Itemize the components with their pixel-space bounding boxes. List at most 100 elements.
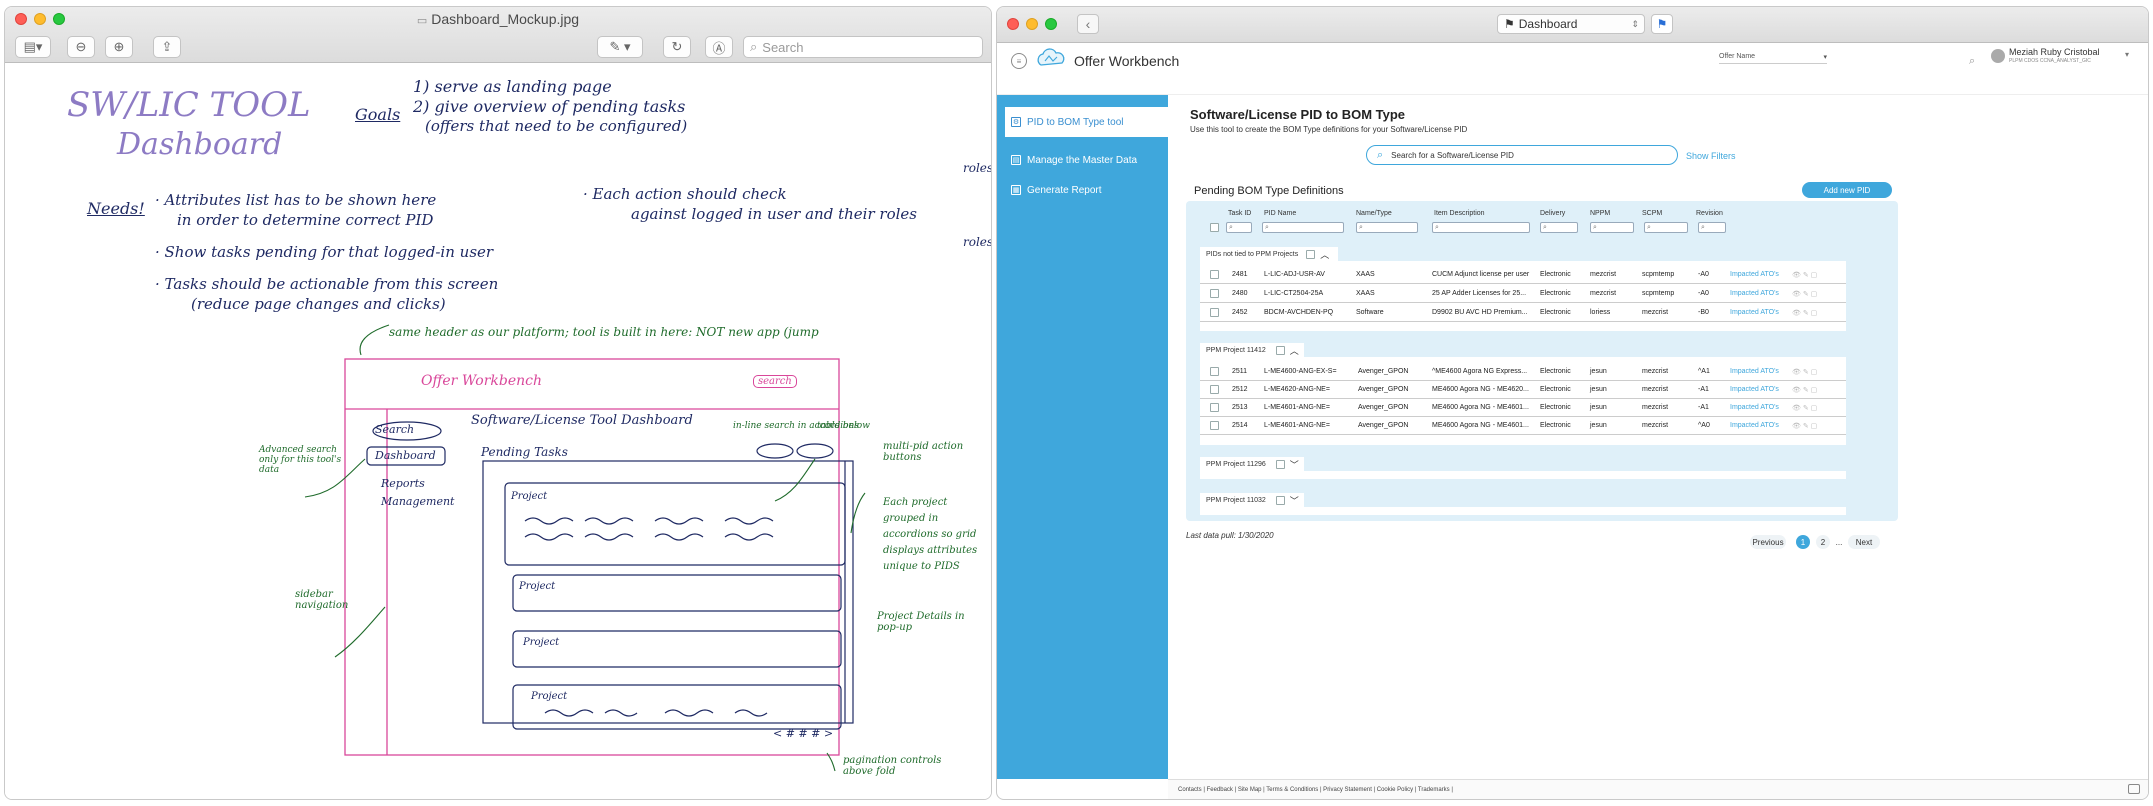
column-header-item-description[interactable]: Item Description bbox=[1434, 210, 1485, 217]
filter-revision-input[interactable]: ⌕ bbox=[1698, 222, 1726, 233]
table-row[interactable]: 2514 L-ME4601-ANG-NE= Avenger_GPON ME460… bbox=[1200, 417, 1846, 435]
table-row[interactable]: 2480 L-LIC-CT2504-25A XAAS 25 AP Adder L… bbox=[1200, 285, 1846, 303]
filter-pid-name-input[interactable]: ⌕ bbox=[1262, 222, 1344, 233]
close-window-button[interactable] bbox=[1007, 18, 1019, 30]
table-row[interactable]: 2512 L-ME4620-ANG-NE= Avenger_GPON ME460… bbox=[1200, 381, 1846, 399]
sidebar-item-master-data[interactable]: ▤ Manage the Master Data bbox=[997, 145, 1168, 175]
filter-item-description-input[interactable]: ⌕ bbox=[1432, 222, 1530, 233]
group-header-project-11296[interactable]: PPM Project 11296 ﹀ bbox=[1200, 457, 1304, 471]
column-header-revision[interactable]: Revision bbox=[1696, 210, 1723, 217]
table-row[interactable]: 2452 BDCM-AVCHDEN-PQ Software D9902 BU A… bbox=[1200, 304, 1846, 322]
column-header-scpm[interactable]: SCPM bbox=[1642, 210, 1662, 217]
pagination-page-2[interactable]: 2 bbox=[1816, 535, 1830, 549]
impacted-atos-link[interactable]: Impacted ATO's bbox=[1730, 386, 1779, 393]
pagination-previous[interactable]: Previous bbox=[1750, 535, 1786, 549]
back-button[interactable]: ‹ bbox=[1077, 14, 1099, 34]
row-action-icons[interactable]: 👁 ✎ ▢ bbox=[1792, 290, 1817, 298]
pid-search-input[interactable]: ⌕ Search for a Software/License PID bbox=[1366, 145, 1678, 165]
column-header-task-id[interactable]: Task ID bbox=[1228, 210, 1251, 217]
chevron-down-icon[interactable]: ﹀ bbox=[1290, 458, 1299, 471]
sidebar-item-generate-report[interactable]: ▦ Generate Report bbox=[997, 175, 1168, 205]
row-checkbox[interactable] bbox=[1210, 385, 1219, 394]
impacted-atos-link[interactable]: Impacted ATO's bbox=[1730, 271, 1779, 278]
chevron-up-icon[interactable]: ︿ bbox=[1290, 344, 1299, 357]
select-all-checkbox[interactable] bbox=[1210, 223, 1219, 232]
filter-delivery-input[interactable]: ⌕ bbox=[1540, 222, 1578, 233]
add-new-pid-button[interactable]: Add new PID bbox=[1802, 182, 1892, 198]
avatar[interactable] bbox=[1991, 49, 2005, 63]
minimize-window-button[interactable] bbox=[1026, 18, 1038, 30]
pagination-next[interactable]: Next bbox=[1848, 535, 1880, 549]
row-action-icons[interactable]: 👁 ✎ ▢ bbox=[1792, 368, 1817, 376]
cell-task-id: 2480 bbox=[1232, 290, 1248, 297]
table-row[interactable]: 2513 L-ME4601-ANG-NE= Avenger_GPON ME460… bbox=[1200, 399, 1846, 417]
group-header-project-11032[interactable]: PPM Project 11032 ﹀ bbox=[1200, 493, 1304, 507]
filter-task-id-input[interactable]: ⌕ bbox=[1226, 222, 1252, 233]
group-checkbox[interactable] bbox=[1306, 249, 1316, 259]
flag-icon: ⚑ bbox=[1504, 17, 1515, 31]
row-action-icons[interactable]: 👁 ✎ ▢ bbox=[1792, 422, 1817, 430]
cell-delivery: Electronic bbox=[1540, 309, 1571, 316]
sidebar-item-pid-to-bom[interactable]: ⚙ PID to BOM Type tool bbox=[1005, 107, 1168, 137]
rotate-button[interactable]: ↻ bbox=[663, 36, 691, 58]
row-checkbox[interactable] bbox=[1210, 308, 1219, 317]
browser-window: ‹ ⚑ Dashboard ⇕ ⚑ ≡ Offer Workbench Offe… bbox=[996, 6, 2149, 800]
preview-search-field[interactable]: ⌕ Search bbox=[743, 36, 983, 58]
tab-selector[interactable]: ⚑ Dashboard ⇕ bbox=[1497, 14, 1645, 34]
table-row[interactable]: 2481 L-LIC-ADJ-USR-AV XAAS CUCM Adjunct … bbox=[1200, 266, 1846, 284]
row-action-icons[interactable]: 👁 ✎ ▢ bbox=[1792, 271, 1817, 279]
chevron-up-icon[interactable]: ︿ bbox=[1320, 248, 1329, 261]
bookmark-button[interactable]: ⚑ bbox=[1651, 14, 1673, 34]
filter-name-type-input[interactable]: ⌕ bbox=[1356, 222, 1418, 233]
chevron-down-icon[interactable]: ﹀ bbox=[1290, 494, 1299, 507]
row-action-icons[interactable]: 👁 ✎ ▢ bbox=[1792, 404, 1817, 412]
group-checkbox[interactable] bbox=[1275, 459, 1285, 469]
footer-links[interactable]: Contacts | Feedback | Site Map | Terms &… bbox=[1178, 787, 1453, 793]
row-action-icons[interactable]: 👁 ✎ ▢ bbox=[1792, 309, 1817, 317]
cell-item-description: D9902 BU AVC HD Premium... bbox=[1432, 309, 1528, 316]
filter-scpm-input[interactable]: ⌕ bbox=[1644, 222, 1688, 233]
cell-delivery: Electronic bbox=[1540, 386, 1571, 393]
column-header-name-type[interactable]: Name/Type bbox=[1356, 210, 1392, 217]
pagination-page-1[interactable]: 1 bbox=[1796, 535, 1810, 549]
group-checkbox[interactable] bbox=[1275, 495, 1285, 505]
row-checkbox[interactable] bbox=[1210, 403, 1219, 412]
group-body-unassigned: 2481 L-LIC-ADJ-USR-AV XAAS CUCM Adjunct … bbox=[1200, 261, 1846, 331]
group-checkbox[interactable] bbox=[1275, 345, 1285, 355]
column-header-nppm[interactable]: NPPM bbox=[1590, 210, 1610, 217]
sidebar-toggle-button[interactable]: ▤▾ bbox=[15, 36, 51, 58]
group-header-unassigned[interactable]: PIDs not tied to PPM Projects ︿ bbox=[1200, 247, 1338, 261]
filter-nppm-input[interactable]: ⌕ bbox=[1590, 222, 1634, 233]
cell-pid-name: BDCM-AVCHDEN-PQ bbox=[1264, 309, 1334, 316]
cell-pid-name: L-ME4601-ANG-NE= bbox=[1264, 404, 1330, 411]
annotate-button[interactable]: Ⓐ bbox=[705, 36, 733, 58]
markup-button[interactable]: ✎ ▾ bbox=[597, 36, 643, 58]
zoom-in-button[interactable]: ⊕ bbox=[105, 36, 133, 58]
row-checkbox[interactable] bbox=[1210, 421, 1219, 430]
group-header-project-11412[interactable]: PPM Project 11412 ︿ bbox=[1200, 343, 1304, 357]
column-header-delivery[interactable]: Delivery bbox=[1540, 210, 1565, 217]
row-checkbox[interactable] bbox=[1210, 270, 1219, 279]
chevron-down-icon[interactable]: ▾ bbox=[2125, 50, 2129, 59]
chat-icon[interactable] bbox=[2128, 784, 2140, 794]
show-filters-link[interactable]: Show Filters bbox=[1686, 151, 1736, 161]
offer-name-select[interactable]: Offer Name ▾ bbox=[1719, 53, 1827, 64]
zoom-window-button[interactable] bbox=[1045, 18, 1057, 30]
impacted-atos-link[interactable]: Impacted ATO's bbox=[1730, 309, 1779, 316]
header-search-button[interactable]: ⌕ bbox=[1969, 55, 1975, 68]
row-checkbox[interactable] bbox=[1210, 289, 1219, 298]
impacted-atos-link[interactable]: Impacted ATO's bbox=[1730, 290, 1779, 297]
share-button[interactable]: ⇪ bbox=[153, 36, 181, 58]
row-action-icons[interactable]: 👁 ✎ ▢ bbox=[1792, 386, 1817, 394]
table-row[interactable]: 2511 L-ME4600-ANG-EX-S= Avenger_GPON ^ME… bbox=[1200, 363, 1846, 381]
column-header-pid-name[interactable]: PID Name bbox=[1264, 210, 1296, 217]
row-checkbox[interactable] bbox=[1210, 367, 1219, 376]
mock-dashboard-item: Dashboard bbox=[375, 449, 436, 462]
annotation-sidebar-navigation: sidebar navigation bbox=[295, 589, 349, 611]
zoom-out-button[interactable]: ⊖ bbox=[67, 36, 95, 58]
impacted-atos-link[interactable]: Impacted ATO's bbox=[1730, 368, 1779, 375]
user-name[interactable]: Meziah Ruby Cristobal bbox=[2009, 47, 2100, 57]
menu-button[interactable]: ≡ bbox=[1011, 53, 1027, 69]
impacted-atos-link[interactable]: Impacted ATO's bbox=[1730, 422, 1779, 429]
impacted-atos-link[interactable]: Impacted ATO's bbox=[1730, 404, 1779, 411]
